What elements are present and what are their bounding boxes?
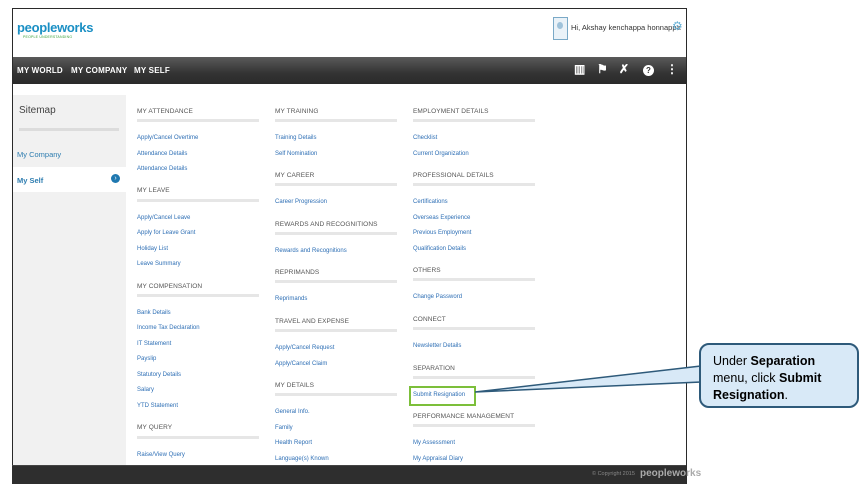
callout-text: Under Separation menu, click Submit Resi… xyxy=(713,353,853,404)
instruction-callout: Under Separation menu, click Submit Resi… xyxy=(699,343,859,408)
callout-text-part: Under xyxy=(713,354,751,368)
callout-bold-separation: Separation xyxy=(750,354,816,368)
callout-text-part: menu, click xyxy=(713,371,779,385)
callout-pointer xyxy=(474,365,702,393)
callout-text-part: . xyxy=(784,388,789,402)
